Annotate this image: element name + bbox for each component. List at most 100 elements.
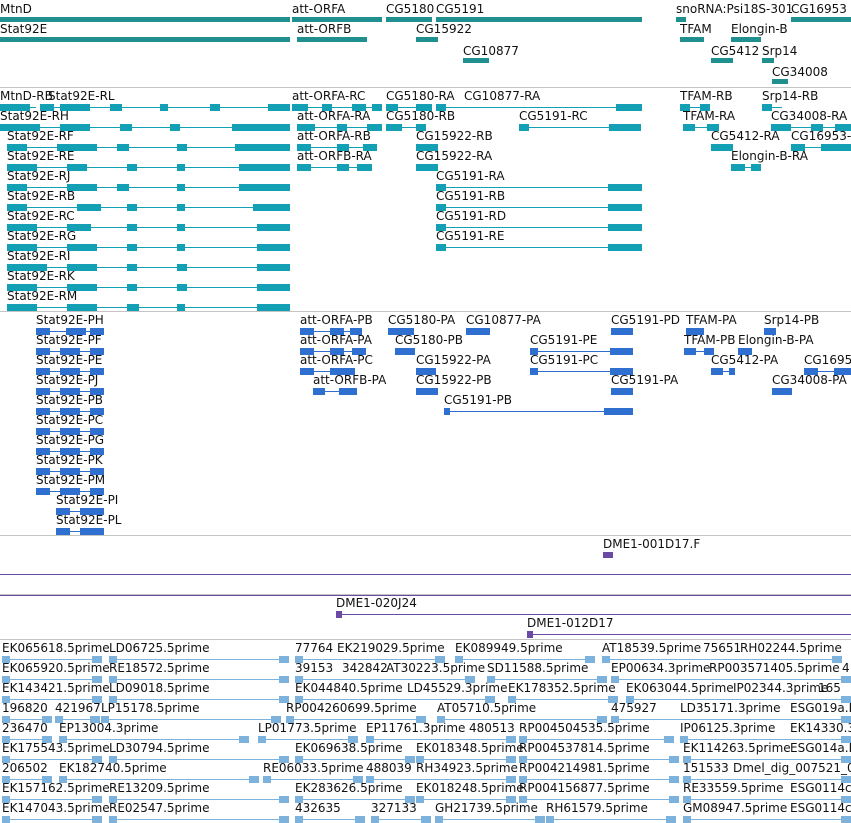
protein-glyph[interactable] <box>36 468 104 475</box>
est-glyph[interactable] <box>2 676 102 683</box>
clone-glyph[interactable] <box>527 631 851 638</box>
protein-glyph[interactable] <box>300 328 362 335</box>
est-glyph[interactable] <box>508 696 618 703</box>
protein-glyph[interactable] <box>416 368 436 375</box>
transcript-glyph[interactable] <box>416 144 438 151</box>
transcript-glyph[interactable] <box>297 124 382 131</box>
transcript-glyph[interactable] <box>386 104 432 111</box>
est-glyph[interactable] <box>109 756 289 763</box>
est-glyph[interactable] <box>2 816 102 823</box>
transcript-glyph[interactable] <box>386 124 426 131</box>
protein-glyph[interactable] <box>611 328 633 335</box>
gene-glyph[interactable] <box>386 17 432 22</box>
transcript-glyph[interactable] <box>436 224 642 231</box>
est-glyph[interactable] <box>295 796 415 803</box>
est-glyph[interactable] <box>371 816 431 823</box>
transcript-glyph[interactable] <box>292 104 382 111</box>
est-glyph[interactable] <box>683 776 851 783</box>
transcript-glyph[interactable] <box>0 104 36 111</box>
protein-glyph[interactable] <box>530 348 633 355</box>
transcript-glyph[interactable] <box>731 164 761 171</box>
clone-glyph[interactable] <box>603 552 613 558</box>
est-glyph[interactable] <box>2 796 102 803</box>
est-glyph[interactable] <box>109 816 289 823</box>
est-glyph[interactable] <box>602 656 842 663</box>
transcript-glyph[interactable] <box>297 164 372 171</box>
transcript-glyph[interactable] <box>791 144 851 151</box>
protein-glyph[interactable] <box>738 348 752 355</box>
protein-glyph[interactable] <box>36 368 104 375</box>
gene-glyph[interactable] <box>463 58 489 63</box>
protein-glyph[interactable] <box>36 408 104 415</box>
est-glyph[interactable] <box>546 816 676 823</box>
protein-glyph[interactable] <box>416 388 438 395</box>
transcript-glyph[interactable] <box>771 124 851 131</box>
gene-glyph[interactable] <box>791 17 851 22</box>
est-glyph[interactable] <box>455 656 595 663</box>
clone-line[interactable] <box>0 595 851 596</box>
gene-glyph[interactable] <box>416 37 438 42</box>
clone-glyph[interactable] <box>336 611 851 618</box>
protein-glyph[interactable] <box>444 408 633 415</box>
gene-glyph[interactable] <box>731 37 761 42</box>
transcript-glyph[interactable] <box>7 164 290 171</box>
transcript-glyph[interactable] <box>7 244 290 251</box>
transcript-glyph[interactable] <box>436 204 642 211</box>
est-glyph[interactable] <box>626 696 851 703</box>
protein-glyph[interactable] <box>764 328 776 335</box>
gene-glyph[interactable] <box>436 17 642 22</box>
transcript-glyph[interactable] <box>416 164 438 171</box>
protein-glyph[interactable] <box>395 348 415 355</box>
est-glyph[interactable] <box>2 696 102 703</box>
est-glyph[interactable] <box>109 656 289 663</box>
transcript-glyph[interactable] <box>7 204 290 211</box>
est-glyph[interactable] <box>435 816 545 823</box>
est-glyph[interactable] <box>109 796 289 803</box>
est-glyph[interactable] <box>487 676 607 683</box>
est-glyph[interactable] <box>683 796 851 803</box>
gene-glyph[interactable] <box>711 58 733 63</box>
protein-glyph[interactable] <box>300 368 355 375</box>
est-glyph[interactable] <box>519 736 674 743</box>
gene-glyph[interactable] <box>676 17 686 22</box>
est-glyph[interactable] <box>55 716 100 723</box>
transcript-glyph[interactable] <box>7 224 290 231</box>
est-glyph[interactable] <box>366 736 516 743</box>
gene-glyph[interactable] <box>680 37 704 42</box>
transcript-glyph[interactable] <box>436 184 642 191</box>
transcript-glyph[interactable] <box>436 104 642 111</box>
transcript-glyph[interactable] <box>7 264 290 271</box>
transcript-glyph[interactable] <box>7 284 290 291</box>
est-glyph[interactable] <box>437 716 607 723</box>
protein-glyph[interactable] <box>56 508 104 515</box>
est-glyph[interactable] <box>519 776 679 783</box>
protein-glyph[interactable] <box>36 388 104 395</box>
est-glyph[interactable] <box>2 756 102 763</box>
est-glyph[interactable] <box>611 716 851 723</box>
est-glyph[interactable] <box>295 656 445 663</box>
est-glyph[interactable] <box>59 736 249 743</box>
protein-glyph[interactable] <box>611 388 633 395</box>
est-glyph[interactable] <box>2 716 52 723</box>
protein-glyph[interactable] <box>36 448 104 455</box>
protein-glyph[interactable] <box>772 388 792 395</box>
gene-glyph[interactable] <box>0 37 290 42</box>
est-glyph[interactable] <box>295 756 415 763</box>
est-glyph[interactable] <box>109 676 289 683</box>
gene-glyph[interactable] <box>762 58 774 63</box>
est-glyph[interactable] <box>416 796 516 803</box>
protein-glyph[interactable] <box>36 428 104 435</box>
est-glyph[interactable] <box>519 756 679 763</box>
transcript-glyph[interactable] <box>519 124 641 131</box>
est-glyph[interactable] <box>611 676 851 683</box>
genome-browser-viewport[interactable]: MtnD Stat92E att-ORFA att-ORFB CG5180 CG5191 C… <box>0 0 851 823</box>
protein-glyph[interactable] <box>466 328 490 335</box>
protein-glyph[interactable] <box>313 388 357 395</box>
gene-glyph[interactable] <box>0 17 290 22</box>
protein-glyph[interactable] <box>300 348 366 355</box>
protein-glyph[interactable] <box>686 328 704 335</box>
est-glyph[interactable] <box>258 736 358 743</box>
gene-glyph[interactable] <box>297 37 367 42</box>
clone-line[interactable] <box>0 574 851 575</box>
est-glyph[interactable] <box>680 736 851 743</box>
